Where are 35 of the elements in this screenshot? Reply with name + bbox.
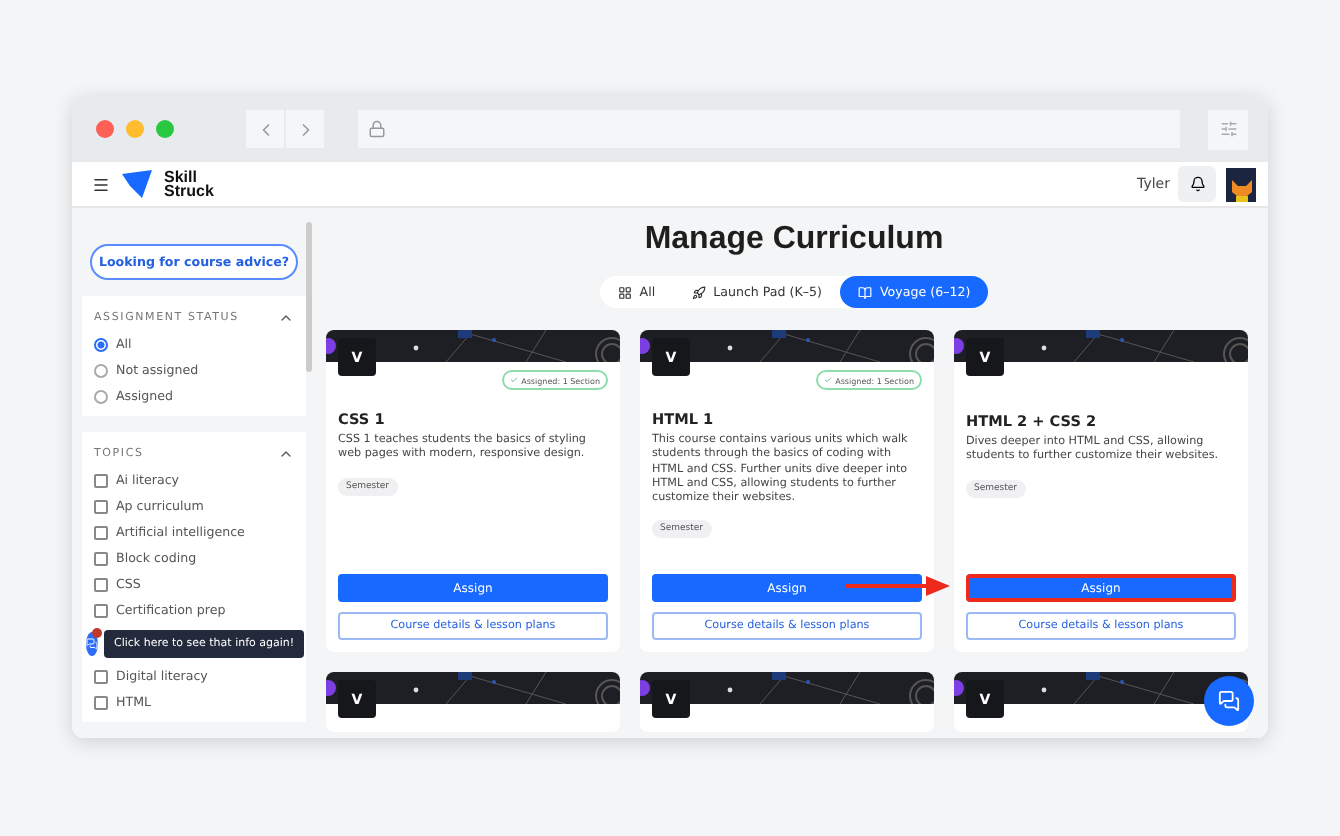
avatar-image[interactable] — [1226, 167, 1256, 201]
check-icon — [823, 376, 832, 384]
radio-button[interactable] — [94, 364, 108, 378]
notification-dot — [92, 628, 102, 638]
radio-button[interactable] — [94, 390, 108, 404]
grid-icon — [617, 285, 632, 299]
minimize-dot[interactable] — [126, 120, 144, 138]
checkbox[interactable] — [94, 552, 108, 566]
maximize-dot[interactable] — [156, 120, 174, 138]
annotation-arrow — [846, 576, 950, 596]
close-dot[interactable] — [96, 120, 114, 138]
brand-name: Skill Struck — [164, 170, 214, 198]
logo-icon — [122, 170, 152, 198]
sliders-icon — [1219, 120, 1237, 138]
notifications-button[interactable] — [1178, 166, 1216, 202]
menu-icon[interactable] — [92, 175, 110, 193]
checkbox[interactable] — [94, 474, 108, 488]
checkbox[interactable] — [94, 526, 108, 540]
collapse-icon[interactable] — [278, 310, 294, 326]
bell-icon — [1189, 176, 1205, 192]
radio-button[interactable] — [94, 338, 108, 352]
checkbox[interactable] — [94, 696, 108, 710]
checkbox[interactable] — [94, 500, 108, 514]
rocket-icon — [691, 285, 706, 299]
chat-icon — [1218, 690, 1240, 712]
book-icon — [857, 285, 872, 299]
checkbox[interactable] — [94, 578, 108, 592]
page-title: Manage Curriculum — [644, 222, 944, 258]
checkbox[interactable] — [94, 604, 108, 618]
check-icon — [509, 376, 518, 384]
settings-button[interactable] — [1208, 109, 1248, 149]
collapse-icon[interactable] — [278, 446, 294, 462]
help-button[interactable] — [86, 632, 98, 656]
checkbox[interactable] — [94, 670, 108, 684]
lock-icon — [368, 120, 386, 138]
